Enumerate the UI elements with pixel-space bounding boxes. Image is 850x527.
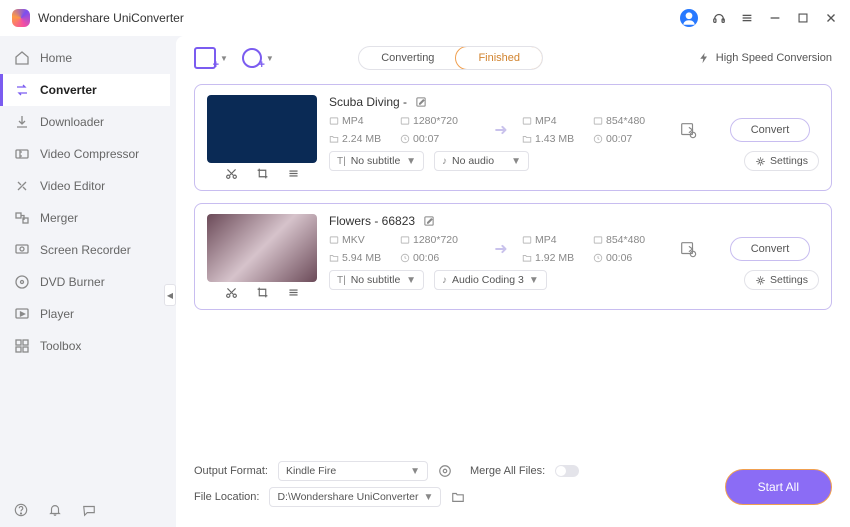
output-format-label: Output Format:	[194, 465, 268, 477]
sidebar-item-label: Video Editor	[40, 179, 105, 193]
sidebar-item-label: Toolbox	[40, 339, 81, 353]
titlebar: Wondershare UniConverter	[0, 0, 850, 36]
close-icon[interactable]	[824, 11, 838, 25]
compress-icon	[14, 146, 30, 162]
sidebar-item-label: Home	[40, 51, 72, 65]
collapse-sidebar-button[interactable]: ◀	[164, 284, 176, 306]
record-icon	[14, 242, 30, 258]
sidebar-item-editor[interactable]: Video Editor	[0, 170, 170, 202]
file-card: Scuba Diving - MP41280*720 ➜ MP4854*480 …	[194, 84, 832, 191]
converter-icon	[14, 82, 30, 98]
tab-finished[interactable]: Finished	[455, 46, 543, 70]
high-speed-toggle[interactable]: High Speed Conversion	[698, 52, 832, 64]
convert-button[interactable]: Convert	[730, 237, 811, 261]
bell-icon[interactable]	[48, 503, 62, 517]
start-all-button[interactable]: Start All	[725, 469, 832, 505]
sidebar-item-downloader[interactable]: Downloader	[0, 106, 170, 138]
item-settings-button[interactable]: Settings	[744, 151, 819, 171]
bolt-icon	[698, 52, 710, 64]
sidebar-item-label: DVD Burner	[40, 275, 105, 289]
help-icon[interactable]	[14, 503, 28, 517]
home-icon	[14, 50, 30, 66]
merge-icon	[14, 210, 30, 226]
menu-icon[interactable]	[740, 11, 754, 25]
audio-select[interactable]: ♪No audio▼	[434, 151, 529, 171]
cut-icon[interactable]	[225, 286, 238, 299]
sidebar-item-label: Converter	[40, 83, 97, 97]
tab-converting[interactable]: Converting	[359, 47, 456, 69]
output-settings-icon[interactable]	[679, 240, 697, 258]
minimize-icon[interactable]	[768, 11, 782, 25]
convert-button[interactable]: Convert	[730, 118, 811, 142]
tab-group: Converting Finished	[358, 46, 543, 70]
app-title: Wondershare UniConverter	[38, 11, 672, 25]
toolbox-icon	[14, 338, 30, 354]
output-settings-icon[interactable]	[679, 121, 697, 139]
download-icon	[14, 114, 30, 130]
sidebar-item-label: Downloader	[40, 115, 104, 129]
merge-label: Merge All Files:	[470, 465, 545, 477]
crop-icon[interactable]	[256, 167, 269, 180]
merge-toggle[interactable]	[555, 465, 579, 477]
edit-title-icon[interactable]	[415, 96, 427, 108]
sidebar-item-label: Screen Recorder	[40, 243, 131, 257]
sidebar-item-toolbox[interactable]: Toolbox	[0, 330, 170, 362]
file-location-select[interactable]: D:\Wondershare UniConverter▼	[269, 487, 441, 507]
output-format-select[interactable]: Kindle Fire▼	[278, 461, 428, 481]
sidebar-item-label: Player	[40, 307, 74, 321]
sidebar-item-label: Video Compressor	[40, 147, 139, 161]
file-title: Flowers - 66823	[329, 214, 819, 228]
crop-icon[interactable]	[256, 286, 269, 299]
more-icon[interactable]	[287, 167, 300, 180]
arrow-right-icon: ➜	[494, 120, 507, 140]
file-title: Scuba Diving -	[329, 95, 819, 109]
add-dvd-button[interactable]: ▼	[242, 48, 274, 68]
video-thumbnail[interactable]	[207, 95, 317, 163]
sidebar: Home Converter Downloader Video Compress…	[0, 36, 170, 527]
sidebar-item-converter[interactable]: Converter	[0, 74, 170, 106]
item-settings-button[interactable]: Settings	[744, 270, 819, 290]
hsc-label: High Speed Conversion	[716, 52, 832, 64]
sidebar-item-compressor[interactable]: Video Compressor	[0, 138, 170, 170]
play-icon	[14, 306, 30, 322]
maximize-icon[interactable]	[796, 11, 810, 25]
editor-icon	[14, 178, 30, 194]
gear-icon	[755, 156, 766, 167]
main-panel: ▼ ▼ Converting Finished High Speed Conve…	[176, 36, 850, 527]
chevron-down-icon: ▼	[220, 54, 228, 63]
dvd-icon	[14, 274, 30, 290]
add-file-button[interactable]: ▼	[194, 47, 228, 69]
feedback-icon[interactable]	[82, 503, 96, 517]
audio-select[interactable]: ♪Audio Coding 3▼	[434, 270, 547, 290]
sidebar-item-home[interactable]: Home	[0, 42, 170, 74]
app-logo	[12, 9, 30, 27]
edit-title-icon[interactable]	[423, 215, 435, 227]
more-icon[interactable]	[287, 286, 300, 299]
sidebar-item-recorder[interactable]: Screen Recorder	[0, 234, 170, 266]
sidebar-item-merger[interactable]: Merger	[0, 202, 170, 234]
sidebar-item-dvd[interactable]: DVD Burner	[0, 266, 170, 298]
video-thumbnail[interactable]	[207, 214, 317, 282]
subtitle-select[interactable]: T|No subtitle▼	[329, 270, 424, 290]
arrow-right-icon: ➜	[494, 239, 507, 259]
user-avatar[interactable]	[680, 9, 698, 27]
sidebar-item-label: Merger	[40, 211, 78, 225]
subtitle-select[interactable]: T|No subtitle▼	[329, 151, 424, 171]
file-location-label: File Location:	[194, 491, 259, 503]
headset-icon[interactable]	[712, 11, 726, 25]
sidebar-item-player[interactable]: Player	[0, 298, 170, 330]
folder-open-icon[interactable]	[451, 490, 465, 504]
file-card: Flowers - 66823 MKV1280*720 ➜ MP4854*480…	[194, 203, 832, 310]
preset-icon[interactable]	[438, 464, 452, 478]
cut-icon[interactable]	[225, 167, 238, 180]
gear-icon	[755, 275, 766, 286]
chevron-down-icon: ▼	[266, 54, 274, 63]
